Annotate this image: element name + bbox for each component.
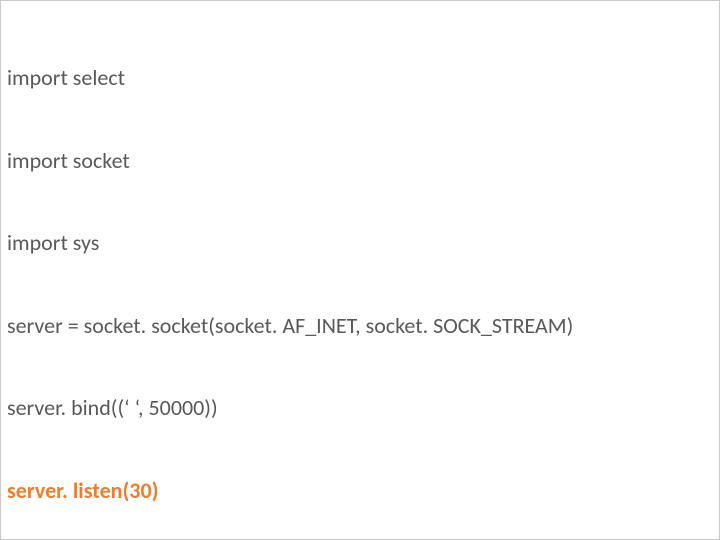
code-line: import socket [7, 147, 713, 175]
slide-page: import select import socket import sys s… [0, 0, 720, 540]
code-line-highlight: server. listen(30) [7, 477, 713, 505]
code-line: import select [7, 64, 713, 92]
code-line: server. bind((‘ ‘, 50000)) [7, 394, 713, 422]
code-line: server = socket. socket(socket. AF_INET,… [7, 312, 713, 340]
code-line: import sys [7, 229, 713, 257]
code-block: import select import socket import sys s… [7, 9, 713, 540]
